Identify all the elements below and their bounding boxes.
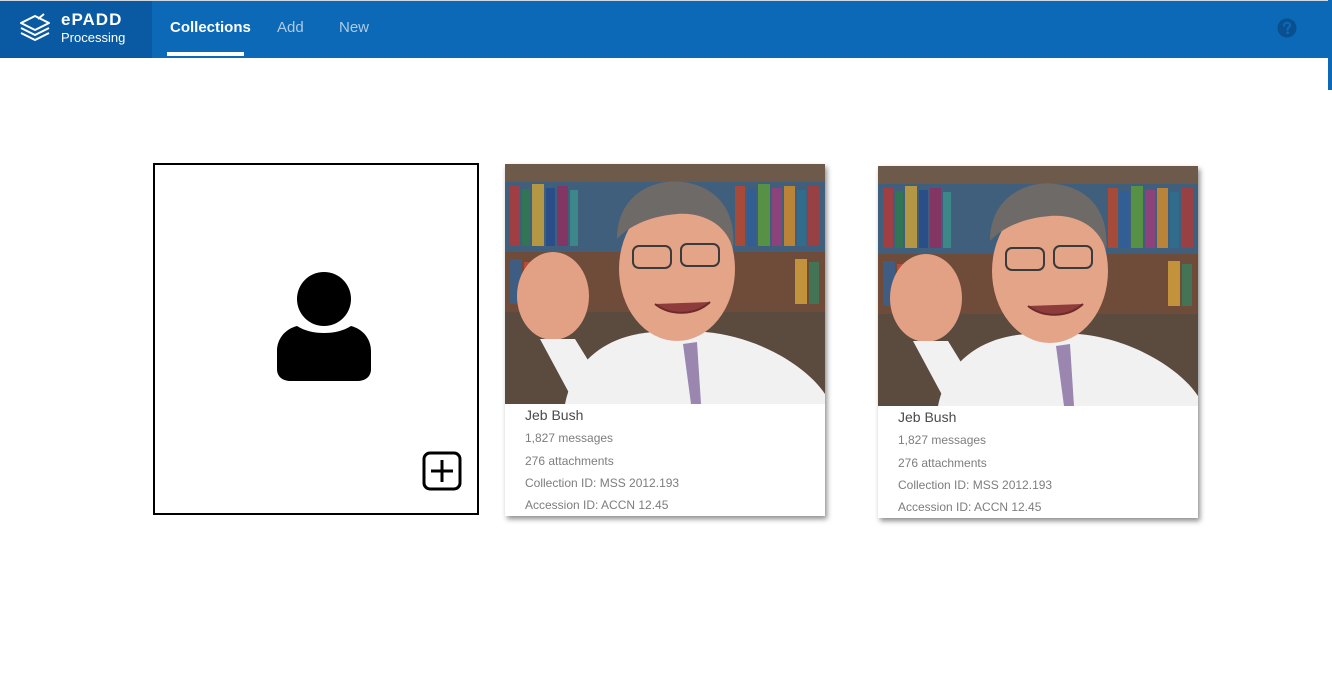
collection-card[interactable]: Jeb Bush 1,827 messages 276 attachments … — [505, 164, 825, 516]
message-count: 1,827 messages — [525, 431, 614, 445]
question-circle-icon[interactable] — [1277, 18, 1297, 38]
attachment-count: 276 attachments — [525, 454, 614, 468]
attachment-count: 276 attachments — [898, 456, 987, 470]
brand-subtitle: Processing — [61, 30, 126, 45]
collection-card[interactable]: Jeb Bush 1,827 messages 276 attachments … — [878, 166, 1198, 518]
tab-new[interactable]: New — [339, 19, 369, 36]
window-edge — [1328, 0, 1332, 90]
collection-name: Jeb Bush — [525, 407, 584, 423]
accession-id: Accession ID: ACCN 12.45 — [525, 498, 669, 512]
brand-name: ePADD — [61, 10, 123, 29]
tab-collections[interactable]: Collections — [170, 19, 251, 36]
tab-add[interactable]: Add — [277, 19, 304, 36]
collection-name: Jeb Bush — [898, 409, 957, 425]
message-count: 1,827 messages — [898, 433, 987, 447]
plus-square-icon[interactable] — [422, 451, 462, 491]
collection-id: Collection ID: MSS 2012.193 — [898, 478, 1053, 492]
brand[interactable]: ePADD Processing — [0, 1, 152, 58]
add-collection-card[interactable] — [153, 163, 479, 515]
collection-photo — [505, 164, 825, 404]
accession-id: Accession ID: ACCN 12.45 — [898, 500, 1042, 514]
active-tab-indicator — [167, 52, 244, 56]
person-icon — [277, 272, 371, 381]
collection-id: Collection ID: MSS 2012.193 — [525, 476, 680, 490]
top-nav-bar: ePADD Processing Collections Add New — [0, 0, 1328, 58]
collection-photo — [878, 166, 1198, 406]
epadd-logo-icon — [20, 13, 50, 41]
